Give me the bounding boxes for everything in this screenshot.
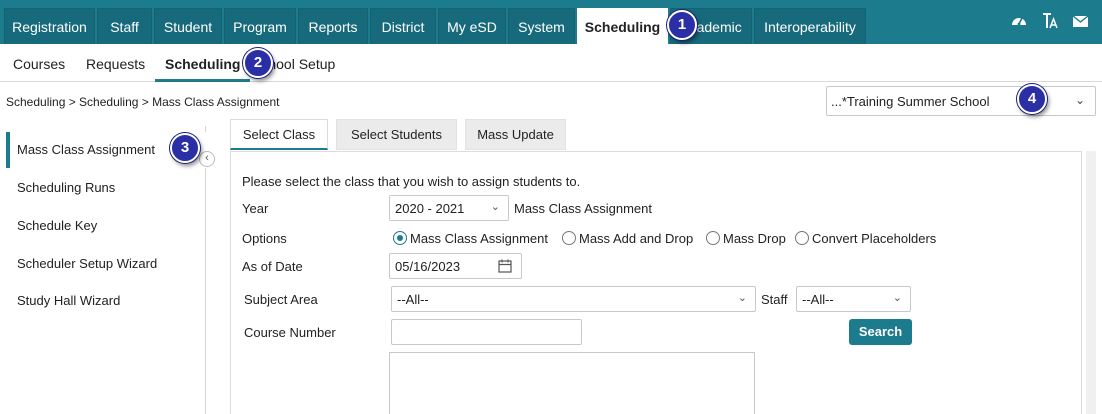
year-select[interactable]: 2020 - 2021 ⌄ — [389, 195, 509, 221]
as-of-date-label: As of Date — [242, 259, 303, 274]
staff-select[interactable]: --All-- ⌄ — [796, 286, 911, 312]
tab-mass-update[interactable]: Mass Update — [465, 119, 566, 150]
radio-dot — [795, 231, 809, 245]
tab-staff[interactable]: Staff — [97, 8, 152, 44]
tab-my-esd[interactable]: My eSD — [438, 8, 506, 44]
collapse-sidebar-icon[interactable]: ‹ — [199, 151, 215, 167]
course-results-list[interactable] — [389, 352, 755, 414]
school-selector[interactable]: ...*Training Summer School ⌄ — [826, 86, 1096, 116]
font-icon[interactable] — [1042, 12, 1058, 33]
radio-label: Mass Add and Drop — [579, 231, 694, 246]
sidebar-item-scheduler-setup-wizard[interactable]: Scheduler Setup Wizard — [6, 246, 206, 282]
radio-dot — [393, 231, 407, 245]
tab-district[interactable]: District — [370, 8, 436, 44]
tab-reports[interactable]: Reports — [298, 8, 368, 44]
tab-select-students[interactable]: Select Students — [336, 119, 457, 150]
sidebar-item-schedule-key[interactable]: Schedule Key — [6, 208, 206, 244]
subject-area-select[interactable]: --All-- ⌄ — [391, 286, 756, 312]
chevron-down-icon: ⌄ — [737, 292, 747, 304]
year-suffix: Mass Class Assignment — [514, 201, 652, 216]
tab-student[interactable]: Student — [154, 8, 222, 44]
year-label: Year — [242, 201, 269, 216]
sidebar-item-study-hall-wizard[interactable]: Study Hall Wizard — [6, 283, 206, 319]
mail-icon[interactable] — [1072, 14, 1089, 30]
radio-label: Convert Placeholders — [812, 231, 937, 246]
callout-marker: 3 — [170, 133, 200, 163]
callout-marker: 1 — [667, 10, 697, 40]
subnav-courses[interactable]: Courses — [13, 44, 65, 82]
subject-area-label: Subject Area — [244, 292, 318, 307]
school-selector-value: ...*Training Summer School — [831, 94, 990, 109]
sub-navigation: Courses Requests Scheduling School Setup — [0, 44, 1102, 82]
calendar-icon[interactable] — [498, 259, 512, 276]
as-of-date-input[interactable]: 05/16/2023 — [389, 253, 522, 279]
tab-program[interactable]: Program — [224, 8, 296, 44]
search-button[interactable]: Search — [849, 319, 912, 345]
instruction-text: Please select the class that you wish to… — [242, 174, 581, 189]
scrollbar[interactable] — [1086, 151, 1096, 414]
radio-dot — [562, 231, 576, 245]
tab-system[interactable]: System — [508, 8, 575, 44]
chevron-down-icon: ⌄ — [892, 292, 902, 304]
staff-label: Staff — [761, 292, 788, 307]
callout-marker: 4 — [1017, 84, 1047, 114]
year-select-value: 2020 - 2021 — [395, 201, 465, 216]
tab-scheduling[interactable]: Scheduling — [577, 8, 668, 46]
radio-dot — [706, 231, 720, 245]
radio-label: Mass Drop — [723, 231, 786, 246]
chevron-down-icon: ⌄ — [1074, 93, 1085, 107]
top-navigation: Registration Staff Student Program Repor… — [0, 0, 1102, 46]
tab-interoperability[interactable]: Interoperability — [754, 8, 866, 44]
subject-area-value: --All-- — [397, 292, 429, 307]
callout-marker: 2 — [243, 48, 273, 78]
dashboard-icon[interactable] — [1011, 13, 1027, 30]
staff-value: --All-- — [802, 292, 834, 307]
as-of-date-value: 05/16/2023 — [395, 259, 461, 274]
subnav-scheduling[interactable]: Scheduling — [155, 44, 251, 82]
tab-registration[interactable]: Registration — [4, 8, 95, 44]
tab-select-class[interactable]: Select Class — [230, 119, 328, 150]
radio-label: Mass Class Assignment — [410, 231, 548, 246]
chevron-down-icon: ⌄ — [490, 201, 500, 213]
options-label: Options — [242, 231, 287, 246]
course-number-label: Course Number — [244, 325, 336, 340]
sidebar: Mass Class Assignment Scheduling Runs Sc… — [6, 126, 206, 414]
subnav-requests[interactable]: Requests — [86, 44, 145, 82]
breadcrumb: Scheduling > Scheduling > Mass Class Ass… — [6, 95, 280, 109]
sidebar-item-scheduling-runs[interactable]: Scheduling Runs — [6, 170, 206, 206]
course-number-input[interactable] — [391, 319, 582, 345]
